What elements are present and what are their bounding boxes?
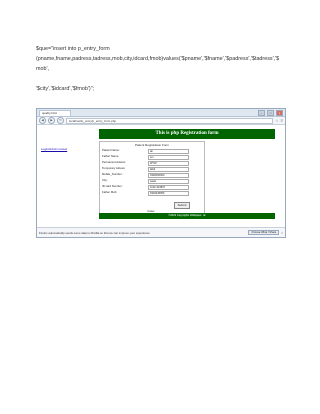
page-title-banner: This is php Registration form [99,129,275,139]
field-label: ID card Number: [102,184,123,188]
form-row-temporary-adress: Temporary Adress: kkkk [100,166,204,172]
refresh-icon[interactable]: ↻ [57,117,64,124]
minimize-icon[interactable]: – [258,109,265,116]
url-bar[interactable]: localhost/p_entry/p_entry_form.php [66,117,274,124]
form-row-permanent-adress: Permanent Adress: WYW [100,160,204,166]
notification-bar: Firefox automatically sends some data to… [37,227,285,237]
code-line-1: $que="insert into p_entry_form (pname,fn… [36,46,280,72]
close-icon[interactable]: x [276,109,283,116]
code-line-2: '$city','$idcard','$fmob')"; [36,86,95,92]
page-content: Login/Admin review This is php Registrat… [37,125,285,230]
field-label: Permanent Adress: [102,160,126,164]
father-mob-input[interactable]: 0303245656 [148,190,189,196]
form-row-father-mob: Father Mob: 0303245656 [100,190,204,196]
field-label: Father Name: [102,154,120,158]
close-notification-icon[interactable]: × [281,231,283,235]
field-label: Temporary Adress: [102,166,126,170]
form-row-mobile-number: Mobile_Number: 0300000000 [100,172,204,178]
home-link[interactable]: Login/Admin review [41,147,67,151]
form-row-id-card: ID card Number: 1122-324567 [100,184,204,190]
submit-button[interactable]: Submit [174,202,190,209]
bookmark-star-icon[interactable]: ☆ [275,118,279,123]
field-label: Patient Name: [102,148,120,152]
browser-tab[interactable]: quality.html [39,109,71,116]
form-row-father-name: Father Name: sm [100,154,204,160]
form-legend: Patient Registration Form [134,143,169,147]
back-icon[interactable]: ◀ [39,117,46,124]
maximize-icon[interactable]: □ [267,109,274,116]
forward-icon[interactable]: ▶ [48,117,55,124]
title-bar: quality.html – □ x [37,109,285,117]
menu-icon[interactable]: ≡ [281,118,283,123]
footer-bar: ©2023 Copyrights Wallpaper, ok [99,213,275,219]
notification-message: Firefox automatically sends some data to… [39,230,151,235]
form-row-patient-name: Patient Name: ali [100,148,204,154]
field-label: Mobile_Number: [102,172,123,176]
browser-window: quality.html – □ x ◀ ▶ ↻ localhost/p_ent… [36,108,286,238]
nav-bar: ◀ ▶ ↻ localhost/p_entry/p_entry_form.php… [37,117,285,125]
form-row-city: City: wwla [100,178,204,184]
php-code-text: $que="insert into p_entry_form (pname,fn… [36,44,286,94]
window-controls: – □ x [258,109,283,116]
registration-form: Patient Registration Form Patient Name: … [99,141,205,218]
choose-share-button[interactable]: Choose What I Share [248,230,280,235]
field-label: Father Mob: [102,190,118,194]
field-label: City: [102,178,108,182]
